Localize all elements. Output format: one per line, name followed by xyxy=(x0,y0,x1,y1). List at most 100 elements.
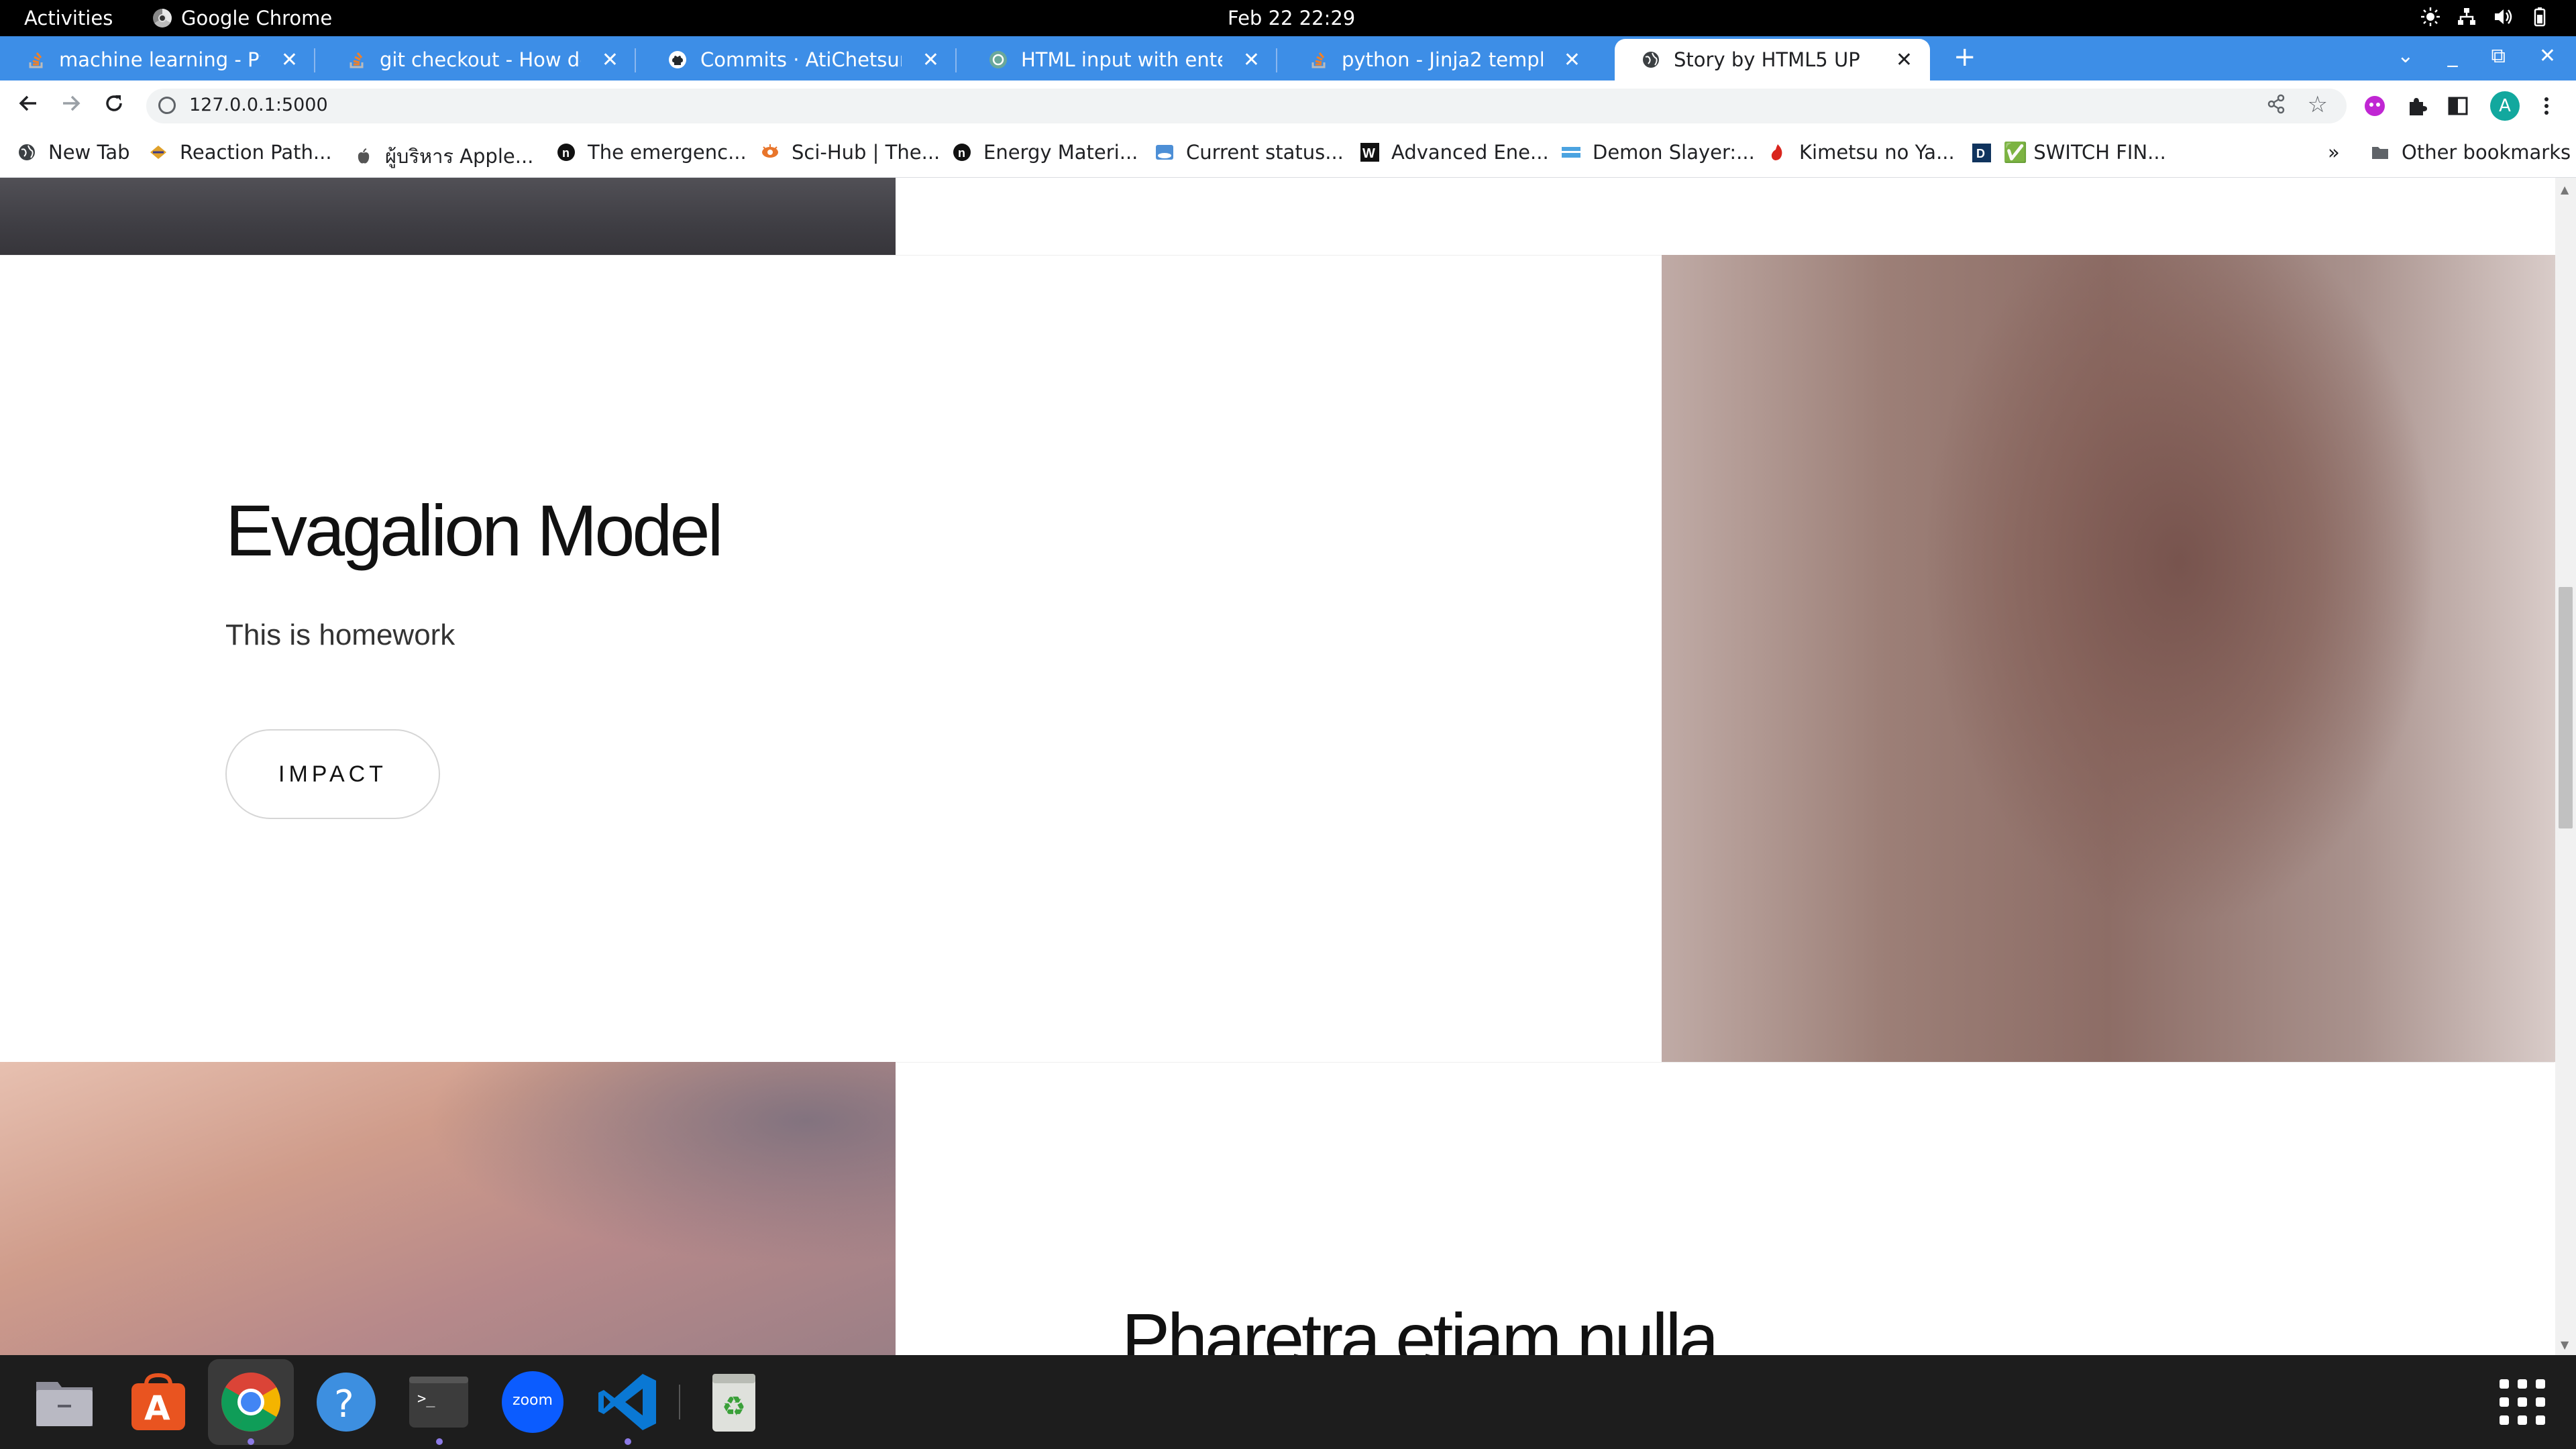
feature-image xyxy=(1662,255,2555,1062)
globe-icon xyxy=(19,144,35,160)
tab-close-icon[interactable]: ✕ xyxy=(922,48,939,72)
apple-icon xyxy=(358,148,370,164)
bookmark-label: The emergenc... xyxy=(588,141,747,164)
tab-title: python - Jinja2 template r xyxy=(1342,48,1543,71)
trash-icon[interactable]: ♻ xyxy=(702,1370,766,1434)
zoom-icon[interactable]: zoom xyxy=(500,1370,565,1434)
bookmark-scihub[interactable]: Sci-Hub | The... xyxy=(761,141,940,164)
bookmark-reaction-path[interactable]: Reaction Path... xyxy=(149,141,332,164)
bookmark-the-emergence[interactable]: n The emergenc... xyxy=(557,141,747,164)
tab-story-active[interactable]: Story by HTML5 UP ✕ xyxy=(1615,39,1930,80)
tab-strip: machine learning - PyTorc ✕ git checkout… xyxy=(0,36,2576,80)
new-tab-button[interactable]: + xyxy=(1953,42,1976,72)
help-icon[interactable]: ? xyxy=(314,1370,378,1434)
switch-icon: D xyxy=(1972,143,1991,162)
extension-purple-icon[interactable] xyxy=(2363,94,2387,118)
back-arrow-icon[interactable] xyxy=(16,91,40,121)
forward-arrow-icon[interactable] xyxy=(59,91,83,121)
profile-avatar[interactable]: A xyxy=(2490,91,2520,121)
bookmark-label: Sci-Hub | The... xyxy=(792,141,941,164)
browser-toolbar: 127.0.0.1:5000 ☆ A xyxy=(0,80,2576,133)
svg-text:n: n xyxy=(958,146,965,160)
software-center-icon[interactable]: A xyxy=(126,1370,191,1434)
show-applications-icon[interactable] xyxy=(2490,1370,2555,1434)
scroll-up-icon[interactable]: ▲ xyxy=(2561,183,2569,196)
bookmark-new-tab[interactable]: New Tab xyxy=(17,141,130,164)
bookmark-demon-slayer[interactable]: Demon Slayer:... xyxy=(1562,141,1755,164)
tab-title: HTML input with enter fu xyxy=(1021,48,1222,71)
tab-close-icon[interactable]: ✕ xyxy=(1564,48,1580,72)
address-bar[interactable]: 127.0.0.1:5000 ☆ xyxy=(146,89,2347,123)
bookmark-label: ✅ SWITCH FIN... xyxy=(2003,141,2166,164)
tab-title: Story by HTML5 UP xyxy=(1674,48,1860,71)
svg-text:A: A xyxy=(144,1389,170,1428)
tab-jinja2[interactable]: python - Jinja2 template r ✕ xyxy=(1283,39,1598,80)
maximize-icon[interactable]: ⧉ xyxy=(2491,44,2505,68)
bookmark-kimetsu[interactable]: Kimetsu no Ya... xyxy=(1768,141,1955,164)
system-top-bar: Activities Google Chrome Feb 22 22:29 xyxy=(0,0,2576,36)
tab-separator xyxy=(1276,48,1277,72)
svg-text:n: n xyxy=(562,146,570,160)
bookmark-label: Other bookmarks xyxy=(2402,141,2571,164)
clock[interactable]: Feb 22 22:29 xyxy=(1228,7,1355,30)
tab-separator xyxy=(314,48,315,72)
scrollbar-thumb[interactable] xyxy=(2559,587,2573,828)
files-icon[interactable] xyxy=(32,1370,97,1434)
folder-icon xyxy=(2372,147,2388,159)
impact-button[interactable]: IMPACT xyxy=(225,729,440,819)
svg-text:D: D xyxy=(1976,147,1985,160)
tab-search-chevron-icon[interactable]: ⌄ xyxy=(2397,44,2414,68)
flame-icon xyxy=(1771,144,1782,160)
reload-icon[interactable] xyxy=(102,91,126,121)
stackoverflow-icon xyxy=(27,50,46,69)
tab-close-icon[interactable]: ✕ xyxy=(602,48,619,72)
chrome-dock-item[interactable] xyxy=(208,1359,294,1445)
tab-close-icon[interactable]: ✕ xyxy=(1243,48,1260,72)
tab-pytorch[interactable]: machine learning - PyTorc ✕ xyxy=(0,39,315,80)
extensions-puzzle-icon[interactable] xyxy=(2404,94,2428,118)
vscode-icon[interactable] xyxy=(596,1370,660,1434)
bookmarks-bar: New Tab Reaction Path... ผู้บริหาร Apple… xyxy=(0,133,2576,178)
stackoverflow-icon xyxy=(347,50,366,69)
bookmark-label: ผู้บริหาร Apple... xyxy=(385,145,534,168)
tab-close-icon[interactable]: ✕ xyxy=(1896,48,1913,72)
reaction-path-icon xyxy=(150,146,166,159)
bookmark-other-bookmarks[interactable]: Other bookmarks xyxy=(2371,141,2571,164)
bookmark-label: Advanced Ene... xyxy=(1391,141,1549,164)
bookmark-star-icon[interactable]: ☆ xyxy=(2308,91,2328,118)
minimize-icon[interactable]: _ xyxy=(2447,44,2457,68)
svg-text:♻: ♻ xyxy=(722,1391,746,1422)
feature-title: Evagalion Model xyxy=(225,490,724,571)
bookmark-label: Demon Slayer:... xyxy=(1593,141,1755,164)
terminal-icon[interactable]: >_ xyxy=(407,1370,471,1434)
bookmarks-overflow-chevron[interactable]: » xyxy=(2328,141,2340,164)
bookmark-current-status[interactable]: Current status... xyxy=(1155,141,1344,164)
tab-github-commits[interactable]: Commits · AtiChetsurakul ✕ xyxy=(641,39,957,80)
ubuntu-dock: A ? >_ zoom ♻ xyxy=(0,1355,2576,1449)
tab-close-icon[interactable]: ✕ xyxy=(281,48,298,72)
bookmark-energy-materials[interactable]: n Energy Materi... xyxy=(953,141,1138,164)
scroll-down-icon[interactable]: ▼ xyxy=(2561,1338,2569,1351)
url-text[interactable]: 127.0.0.1:5000 xyxy=(189,95,328,115)
share-icon[interactable] xyxy=(2266,93,2286,121)
bookmark-apple[interactable]: ผู้บริหาร Apple... xyxy=(354,141,533,172)
side-panel-icon[interactable] xyxy=(2446,94,2470,118)
github-icon xyxy=(668,50,687,69)
running-indicator xyxy=(248,1438,254,1445)
close-window-icon[interactable]: ✕ xyxy=(2539,44,2556,68)
activities-button[interactable]: Activities xyxy=(24,7,113,30)
n-icon: n xyxy=(953,144,971,161)
bookmark-switch-fin[interactable]: D ✅ SWITCH FIN... xyxy=(1972,141,2166,164)
stackoverflow-icon xyxy=(1309,50,1328,69)
tab-html-input[interactable]: HTML input with enter fu ✕ xyxy=(962,39,1277,80)
system-tray[interactable] xyxy=(2420,5,2549,28)
page-scrollbar[interactable]: ▲ ▼ xyxy=(2555,178,2576,1355)
tab-git-checkout[interactable]: git checkout - How do I re ✕ xyxy=(321,39,636,80)
site-info-icon[interactable] xyxy=(158,97,176,114)
brightness-icon xyxy=(2420,5,2440,28)
app-menu[interactable]: Google Chrome xyxy=(153,7,332,30)
chrome-menu-icon[interactable] xyxy=(2534,94,2559,118)
bookmark-advanced-energy[interactable]: W Advanced Ene... xyxy=(1360,141,1549,164)
network-icon xyxy=(2457,5,2477,28)
anime-icon xyxy=(1562,147,1580,158)
